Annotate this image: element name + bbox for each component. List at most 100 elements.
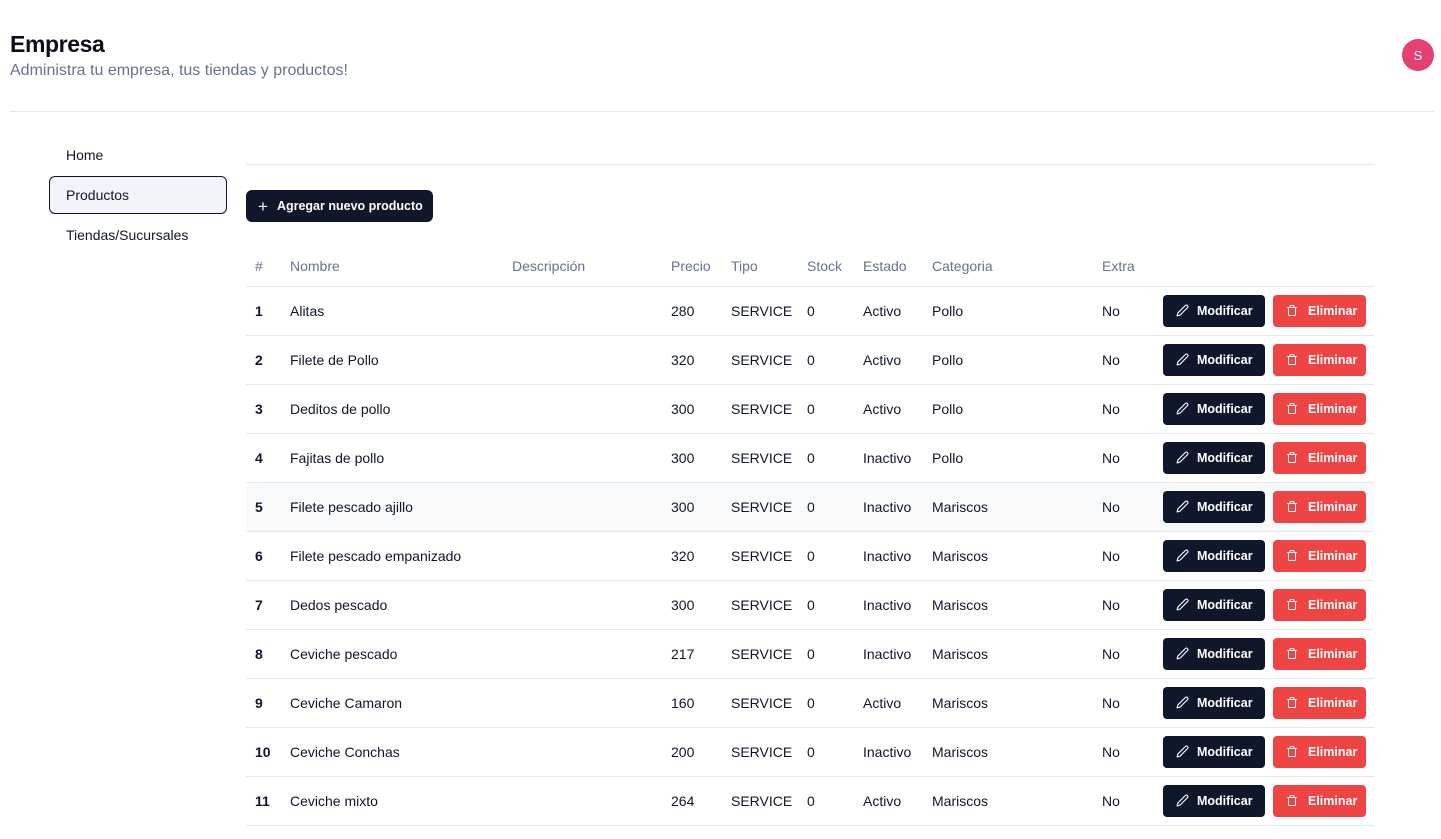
trash-icon [1287,305,1297,316]
cell-type: SERVICE [722,678,798,728]
cell-name: Ceviche mixto [281,776,503,826]
cell-extra: No [1093,335,1153,385]
cell-type: SERVICE [722,384,798,434]
cell-number: 10 [246,727,281,777]
trash-icon [1287,550,1297,561]
cell-actions: Modificar Eliminar [1153,482,1374,532]
sidebar-item-home[interactable]: Home [49,136,227,174]
user-avatar[interactable]: S [1402,39,1434,71]
table-row: 2 Filete de Pollo 320 SERVICE 0 Activo P… [246,335,1374,385]
cell-status: Activo [854,335,923,385]
cell-name: Ceviche Conchas [281,727,503,777]
edit-button[interactable]: Modificar [1163,784,1265,817]
cell-name: Deditos de pollo [281,384,503,434]
table-row: 8 Ceviche pescado 217 SERVICE 0 Inactivo… [246,629,1374,679]
cell-category: Pollo [923,335,1093,385]
cell-status: Activo [854,776,923,826]
trash-icon [1287,648,1297,659]
pencil-icon [1176,451,1189,464]
delete-button[interactable]: Eliminar [1273,343,1366,376]
cell-type: SERVICE [722,580,798,630]
delete-button[interactable]: Eliminar [1273,686,1366,719]
edit-button[interactable]: Modificar [1163,735,1265,768]
delete-label: Eliminar [1308,646,1358,661]
cell-status: Activo [854,678,923,728]
cell-type: SERVICE [722,776,798,826]
cell-description [503,531,662,581]
cell-price: 280 [662,286,722,336]
cell-category: Pollo [923,286,1093,336]
delete-button[interactable]: Eliminar [1273,539,1366,572]
cell-actions: Modificar Eliminar [1153,776,1374,826]
add-product-button[interactable]: + Agregar nuevo producto [246,190,433,222]
edit-button[interactable]: Modificar [1163,343,1265,376]
col-header-type: Tipo [722,246,798,287]
edit-button[interactable]: Modificar [1163,294,1265,327]
delete-button[interactable]: Eliminar [1273,392,1366,425]
cell-description [503,580,662,630]
cell-status: Activo [854,384,923,434]
col-header-status: Estado [854,246,923,287]
pencil-icon [1176,794,1189,807]
col-header-extra: Extra [1093,246,1153,287]
cell-type: SERVICE [722,433,798,483]
pencil-icon [1176,500,1189,513]
delete-button[interactable]: Eliminar [1273,294,1366,327]
cell-type: SERVICE [722,629,798,679]
cell-type: SERVICE [722,727,798,777]
cell-stock: 0 [798,482,854,532]
edit-button[interactable]: Modificar [1163,392,1265,425]
edit-button[interactable]: Modificar [1163,539,1265,572]
edit-button[interactable]: Modificar [1163,637,1265,670]
delete-button[interactable]: Eliminar [1273,784,1366,817]
cell-extra: No [1093,384,1153,434]
col-header-price: Precio [662,246,722,287]
edit-button[interactable]: Modificar [1163,441,1265,474]
sidebar-item-productos[interactable]: Productos [49,176,227,214]
col-header-stock: Stock [798,246,854,287]
cell-number: 7 [246,580,281,630]
edit-label: Modificar [1197,548,1253,563]
cell-extra: No [1093,678,1153,728]
cell-actions: Modificar Eliminar [1153,531,1374,581]
edit-label: Modificar [1197,303,1253,318]
cell-extra: No [1093,531,1153,581]
delete-button[interactable]: Eliminar [1273,735,1366,768]
cell-description [503,384,662,434]
delete-label: Eliminar [1308,499,1358,514]
edit-button[interactable]: Modificar [1163,588,1265,621]
pencil-icon [1176,647,1189,660]
edit-label: Modificar [1197,646,1253,661]
trash-icon [1287,795,1297,806]
cell-number: 5 [246,482,281,532]
edit-button[interactable]: Modificar [1163,686,1265,719]
trash-icon [1287,697,1297,708]
cell-status: Inactivo [854,727,923,777]
products-table: # Nombre Descripción Precio Tipo Stock E… [246,246,1374,826]
cell-price: 300 [662,384,722,434]
cell-stock: 0 [798,629,854,679]
edit-button[interactable]: Modificar [1163,490,1265,523]
delete-button[interactable]: Eliminar [1273,637,1366,670]
delete-label: Eliminar [1308,793,1358,808]
cell-stock: 0 [798,580,854,630]
cell-stock: 0 [798,727,854,777]
cell-actions: Modificar Eliminar [1153,384,1374,434]
table-row: 1 Alitas 280 SERVICE 0 Activo Pollo No M… [246,286,1374,336]
cell-price: 300 [662,580,722,630]
cell-number: 6 [246,531,281,581]
table-row: 3 Deditos de pollo 300 SERVICE 0 Activo … [246,384,1374,434]
cell-number: 4 [246,433,281,483]
delete-button[interactable]: Eliminar [1273,441,1366,474]
trash-icon [1287,501,1297,512]
pencil-icon [1176,598,1189,611]
trash-icon [1287,403,1297,414]
cell-actions: Modificar Eliminar [1153,433,1374,483]
cell-status: Activo [854,286,923,336]
sidebar-item-tiendas[interactable]: Tiendas/Sucursales [49,216,227,254]
delete-button[interactable]: Eliminar [1273,490,1366,523]
cell-category: Pollo [923,433,1093,483]
cell-description [503,727,662,777]
delete-button[interactable]: Eliminar [1273,588,1366,621]
cell-stock: 0 [798,531,854,581]
